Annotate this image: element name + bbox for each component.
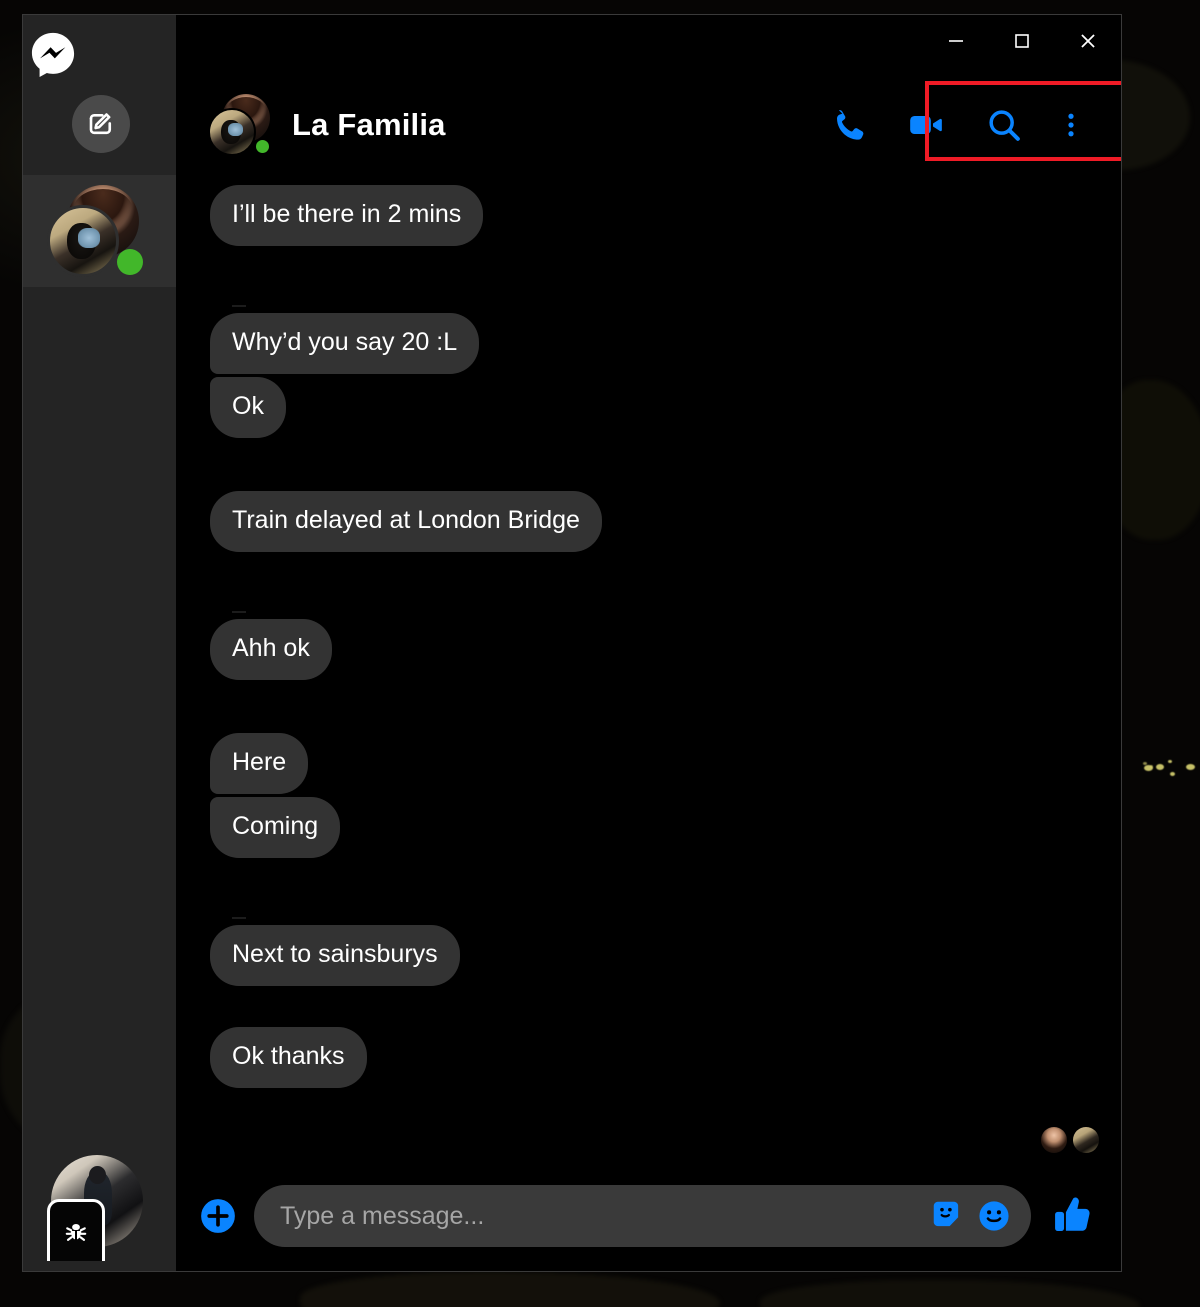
sidebar-top [23,15,176,175]
search-button[interactable] [965,94,1043,156]
message-row: Ahh ok [210,619,1087,680]
message-bubble[interactable]: I’ll be there in 2 mins [210,185,484,246]
message-bubble[interactable]: Coming [210,797,341,858]
conversation-group-avatar [47,185,143,277]
timestamp-divider [176,299,1121,313]
message-row: Train delayed at London Bridge [210,491,1087,552]
message-input[interactable] [280,1201,925,1231]
message-bubble[interactable]: Train delayed at London Bridge [210,491,602,552]
message-row: Ok [210,377,1087,438]
send-like-button[interactable] [1045,1188,1101,1244]
window-titlebar [176,15,1121,75]
message-bubble[interactable]: Ok thanks [210,1027,367,1088]
message-bubble[interactable]: Why’d you say 20 :L [210,313,480,374]
message-row: I’ll be there in 2 mins [210,185,1087,246]
read-receipt-avatar[interactable] [1041,1127,1067,1153]
message-composer [176,1161,1121,1271]
thumbs-up-icon [1055,1197,1090,1231]
message-list-spacer [176,1095,1121,1127]
message-group: Here Coming [176,733,1121,861]
emoji-smiley-icon [979,1201,1009,1231]
audio-call-button[interactable] [809,94,887,156]
messenger-window: La Familia I’ll be there in 2 mins Why’d… [22,14,1122,1272]
page-title: La Familia [292,107,446,142]
read-receipts [176,1127,1121,1161]
message-row: Coming [210,797,1087,858]
wallpaper-light-speck [1186,764,1195,770]
conversation-options-button[interactable] [1043,94,1099,156]
header-actions [809,94,1099,156]
maximize-button[interactable] [989,15,1055,67]
minimize-button[interactable] [923,15,989,67]
report-bug-button[interactable] [47,1199,105,1261]
message-group: Why’d you say 20 :L Ok [176,313,1121,441]
message-bubble[interactable]: Ok [210,377,286,438]
read-receipt-avatar[interactable] [1073,1127,1099,1153]
message-bubble[interactable]: Next to sainsburys [210,925,460,986]
wallpaper-light-speck [1143,762,1147,765]
avatar-photo-front [47,205,119,277]
three-dots-vertical-icon [1068,113,1074,137]
close-button[interactable] [1055,15,1121,67]
messenger-logo [30,31,76,77]
bug-icon [65,1223,87,1241]
avatar-photo-front [208,108,256,156]
phone-icon [837,110,864,140]
timestamp-divider [176,605,1121,619]
wallpaper-foliage [760,1280,1140,1307]
message-input-wrapper[interactable] [254,1185,1031,1247]
sticker-button[interactable] [925,1193,971,1239]
online-status-dot [117,249,143,275]
main-panel: La Familia I’ll be there in 2 mins Why’d… [176,15,1121,1271]
message-row: Next to sainsburys [210,925,1087,986]
message-row: Why’d you say 20 :L [210,313,1087,374]
message-bubble[interactable]: Here [210,733,309,794]
sidebar-profile-area [23,1141,176,1271]
message-group: Next to sainsburys [176,925,1121,989]
compose-pencil-icon [89,113,112,135]
message-row: Ok thanks [210,1027,1087,1088]
message-group: Ok thanks [176,1027,1121,1091]
header-conversation-avatar[interactable] [208,94,271,156]
search-icon [989,110,1020,141]
sidebar [23,15,176,1271]
message-bubble[interactable]: Ahh ok [210,619,332,680]
close-icon [1081,34,1095,48]
wallpaper-foliage [300,1272,720,1307]
sidebar-item-la-familia[interactable] [23,175,176,287]
message-group: Ahh ok [176,619,1121,683]
message-group: Train delayed at London Bridge [176,491,1121,555]
sticker-icon [933,1201,959,1227]
message-group: I’ll be there in 2 mins [176,185,1121,249]
message-list[interactable]: I’ll be there in 2 mins Why’d you say 20… [176,175,1121,1161]
wallpaper-light-speck [1168,760,1172,763]
plus-circle-icon [201,1199,235,1233]
add-attachment-button[interactable] [196,1194,240,1238]
chat-header: La Familia [176,75,1121,175]
message-row: Here [210,733,1087,794]
video-call-button[interactable] [887,94,965,156]
maximize-icon [1015,34,1029,48]
timestamp-divider [176,911,1121,925]
wallpaper-light-speck [1150,765,1153,768]
wallpaper-light-speck [1156,764,1164,770]
wallpaper-light-speck [1170,772,1175,776]
minimize-icon [949,40,963,42]
online-status-dot [254,138,271,155]
emoji-button[interactable] [971,1193,1017,1239]
video-camera-icon [910,116,942,134]
compose-new-message-button[interactable] [72,95,130,153]
